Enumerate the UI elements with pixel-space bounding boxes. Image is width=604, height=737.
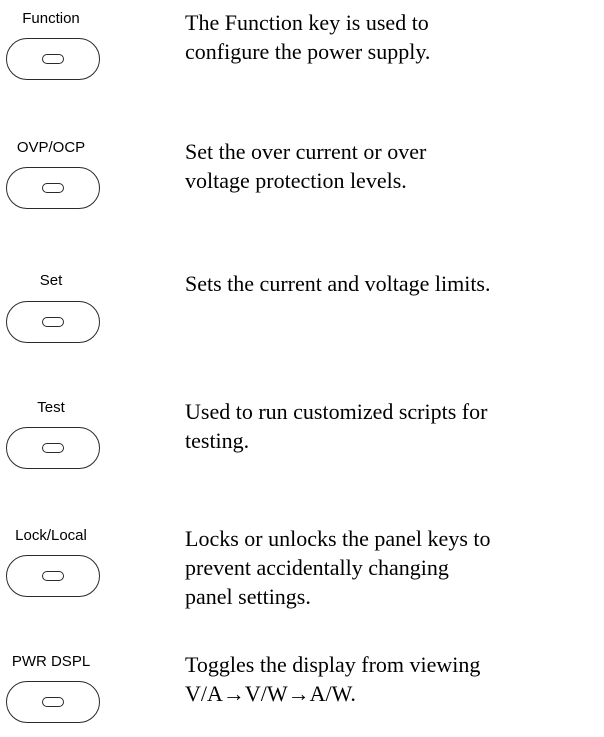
- ovp-ocp-key-description: Set the over current or over voltage pro…: [185, 139, 427, 193]
- pwr-dspl-key-label: PWR DSPL: [11, 653, 91, 670]
- function-key-button[interactable]: [6, 38, 100, 80]
- function-key-label: Function: [22, 10, 80, 27]
- lock-local-key-description: Locks or unlocks the panel keys to preve…: [185, 526, 491, 609]
- set-key-label: Set: [39, 272, 63, 289]
- set-key-description: Sets the current and voltage limits.: [185, 271, 491, 296]
- lock-local-key-label: Lock/Local: [15, 527, 87, 544]
- ovp-ocp-key-label: OVP/OCP: [16, 139, 86, 156]
- key-indicator-icon: [42, 183, 64, 193]
- key-indicator-icon: [42, 571, 64, 581]
- ovp-ocp-key-button[interactable]: [6, 167, 100, 209]
- pwr-dspl-key-button[interactable]: [6, 681, 100, 723]
- test-key-description: Used to run customized scripts for testi…: [185, 399, 488, 453]
- test-key-label: Test: [37, 399, 65, 416]
- function-key-description: The Function key is used to configure th…: [185, 10, 431, 64]
- lock-local-key-button[interactable]: [6, 555, 100, 597]
- key-indicator-icon: [42, 443, 64, 453]
- pwr-dspl-key-description: Toggles the display from viewing V/A→V/W…: [185, 652, 481, 706]
- test-key-button[interactable]: [6, 427, 100, 469]
- key-indicator-icon: [42, 317, 64, 327]
- key-indicator-icon: [42, 697, 64, 707]
- set-key-button[interactable]: [6, 301, 100, 343]
- key-indicator-icon: [42, 54, 64, 64]
